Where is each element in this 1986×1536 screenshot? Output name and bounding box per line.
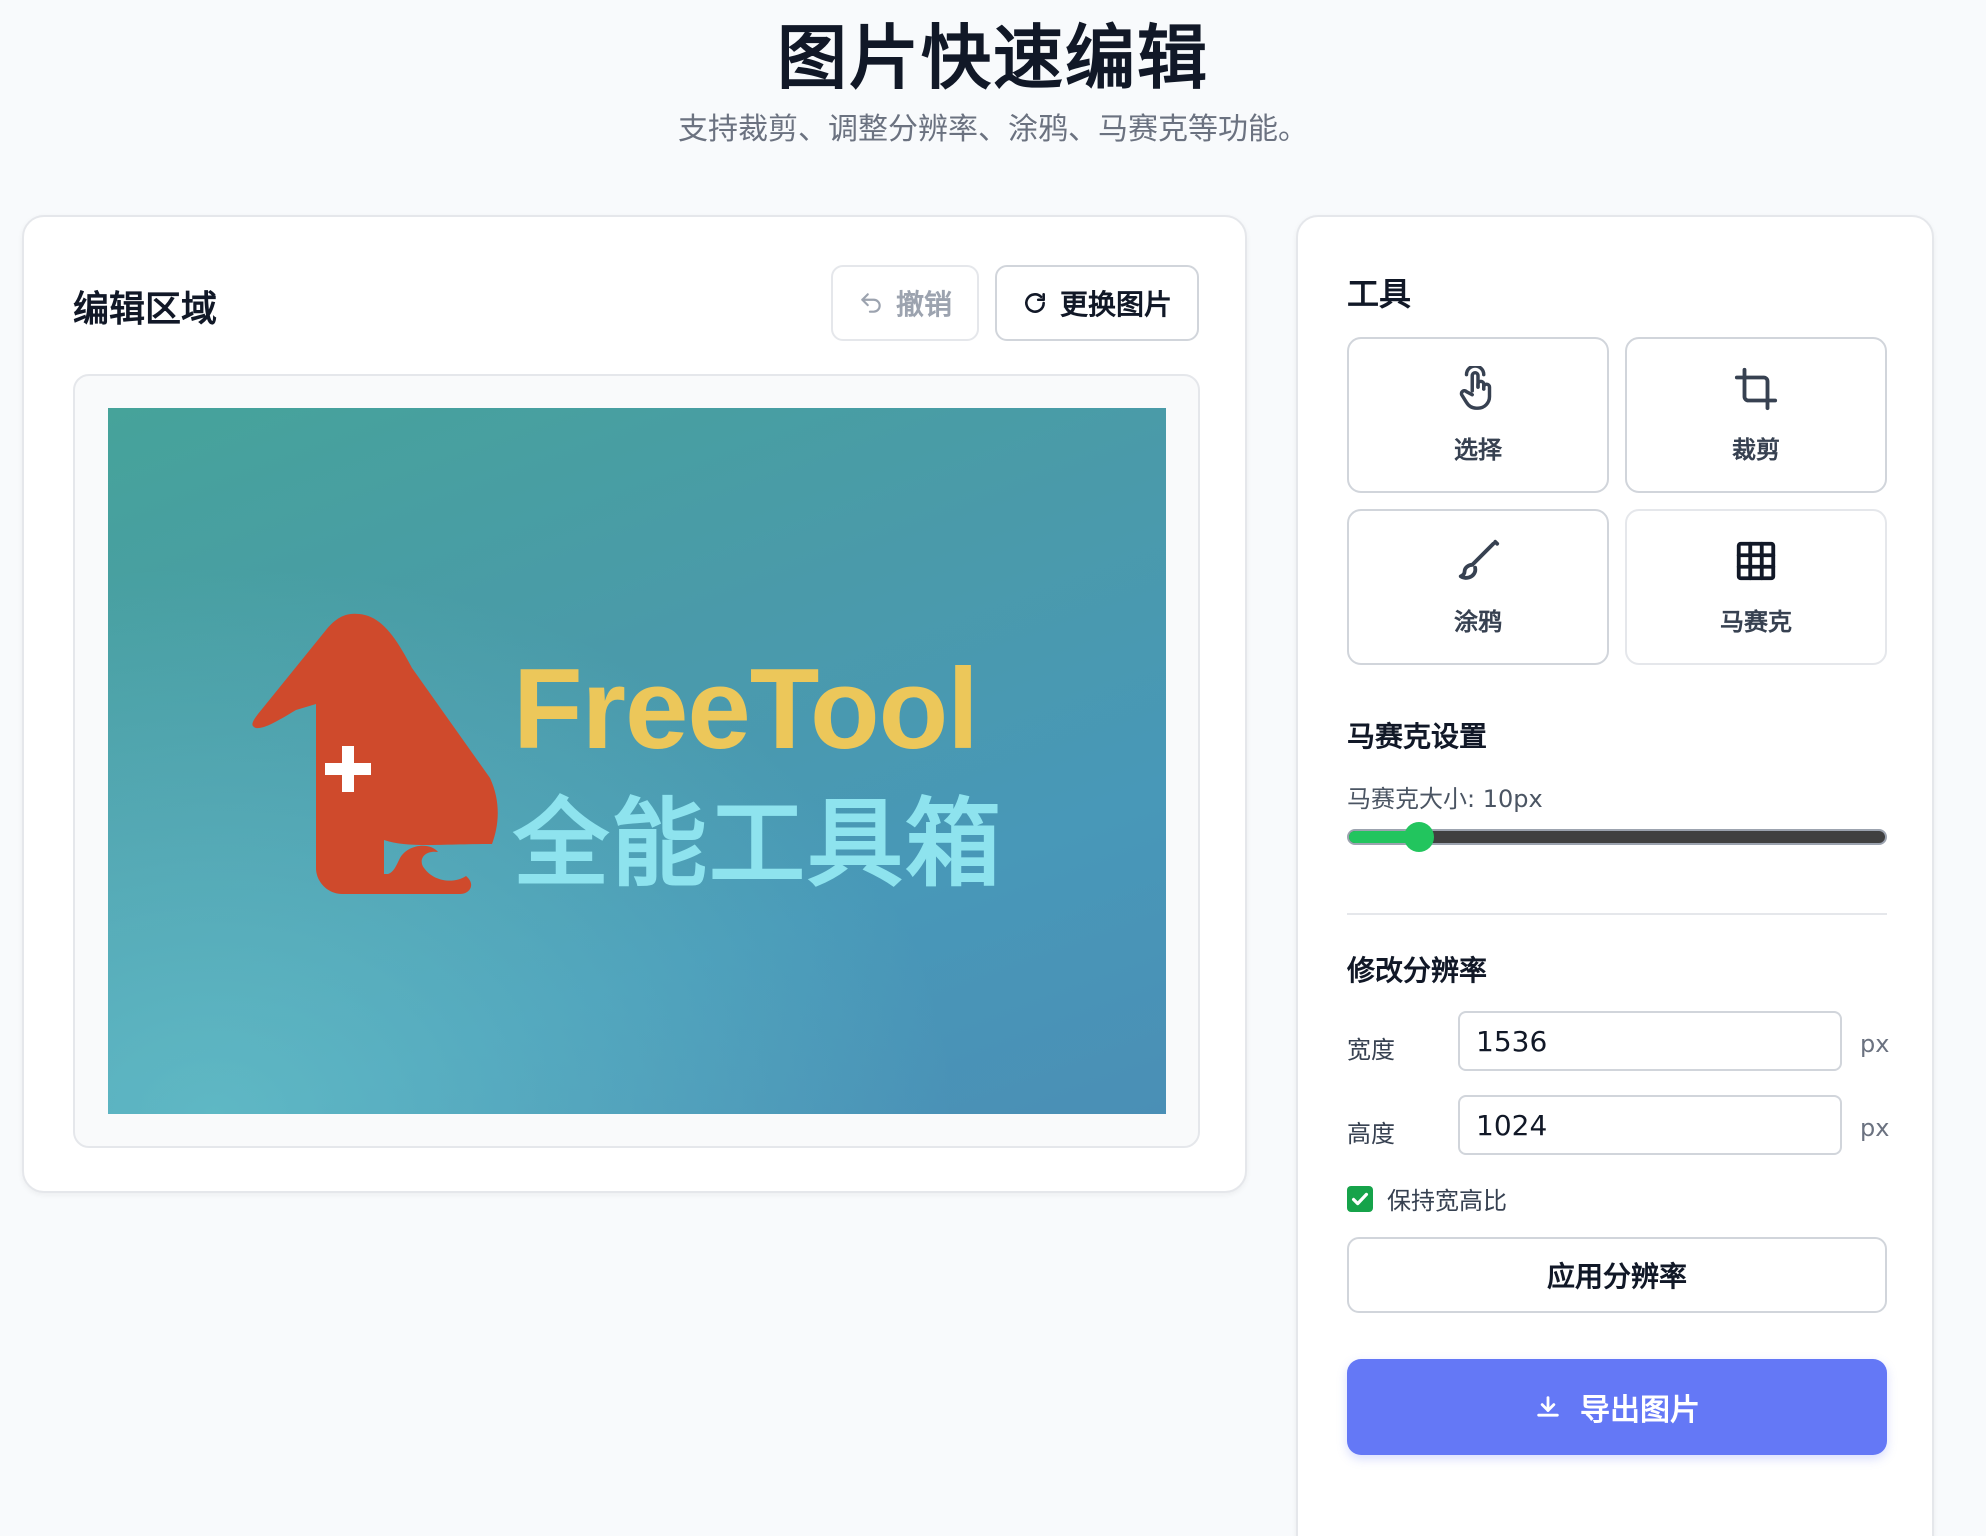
width-label: 宽度	[1347, 1036, 1395, 1064]
crop-icon	[1734, 367, 1778, 410]
divider	[1347, 913, 1887, 915]
slider-thumb[interactable]	[1403, 822, 1434, 852]
undo-icon	[861, 293, 881, 313]
freetool-logo-icon	[252, 613, 498, 894]
undo-button[interactable]: 撤销	[831, 265, 979, 341]
download-icon	[1537, 1396, 1559, 1417]
export-image-button[interactable]: 导出图片	[1347, 1359, 1887, 1455]
replace-image-button[interactable]: 更换图片	[995, 265, 1199, 341]
apply-resolution-button[interactable]: 应用分辨率	[1347, 1237, 1887, 1313]
mosaic-tool-label: 马赛克	[1720, 607, 1792, 636]
keep-ratio-checkbox[interactable]	[1347, 1185, 1373, 1212]
brush-tool-label: 涂鸦	[1454, 607, 1502, 636]
mosaic-size-label: 马赛克大小: 10px	[1347, 785, 1543, 813]
replace-image-label: 更换图片	[1059, 288, 1172, 321]
width-input[interactable]	[1458, 1011, 1842, 1071]
export-image-label: 导出图片	[1580, 1393, 1700, 1428]
mosaic-tool-button[interactable]: 马赛克	[1625, 509, 1887, 665]
keep-ratio-label: 保持宽高比	[1387, 1187, 1507, 1215]
select-tool-button[interactable]: 选择	[1347, 337, 1609, 493]
brush-icon	[1458, 539, 1500, 580]
tools-title: 工具	[1347, 275, 1412, 313]
keep-ratio-option[interactable]: 保持宽高比	[1347, 1181, 1507, 1216]
page-title: 图片快速编辑	[777, 17, 1209, 99]
pointer-hand-icon	[1459, 365, 1492, 410]
width-unit: px	[1860, 1030, 1890, 1058]
resolution-title: 修改分辨率	[1347, 954, 1488, 987]
grid-icon	[1736, 541, 1776, 580]
page-subtitle: 支持裁剪、调整分辨率、涂鸦、马赛克等功能。	[678, 112, 1308, 147]
check-icon	[1351, 1192, 1369, 1205]
mosaic-settings-title: 马赛克设置	[1347, 720, 1488, 753]
logo-text-en: FreeTool	[513, 646, 979, 773]
tools-panel: 工具 选择 裁剪 涂鸦 马赛克 马赛克设置 马赛克大小: 10px 修改分辨率 …	[1296, 215, 1934, 1536]
editor-panel: 编辑区域 撤销 更换图片 FreeTool 全能工具箱	[22, 215, 1247, 1193]
height-unit: px	[1860, 1114, 1890, 1142]
brush-tool-button[interactable]: 涂鸦	[1347, 509, 1609, 665]
height-input[interactable]	[1458, 1095, 1842, 1155]
height-label: 高度	[1347, 1120, 1395, 1148]
select-tool-label: 选择	[1454, 435, 1502, 464]
logo-text-zh: 全能工具箱	[513, 788, 1003, 900]
edit-canvas[interactable]: FreeTool 全能工具箱	[108, 408, 1166, 1114]
refresh-icon	[1025, 293, 1045, 313]
mosaic-size-slider[interactable]	[1347, 822, 1887, 852]
editor-title: 编辑区域	[73, 289, 218, 330]
undo-label: 撤销	[895, 288, 952, 321]
crop-tool-button[interactable]: 裁剪	[1625, 337, 1887, 493]
canvas-container: FreeTool 全能工具箱	[73, 374, 1200, 1148]
crop-tool-label: 裁剪	[1732, 435, 1780, 464]
